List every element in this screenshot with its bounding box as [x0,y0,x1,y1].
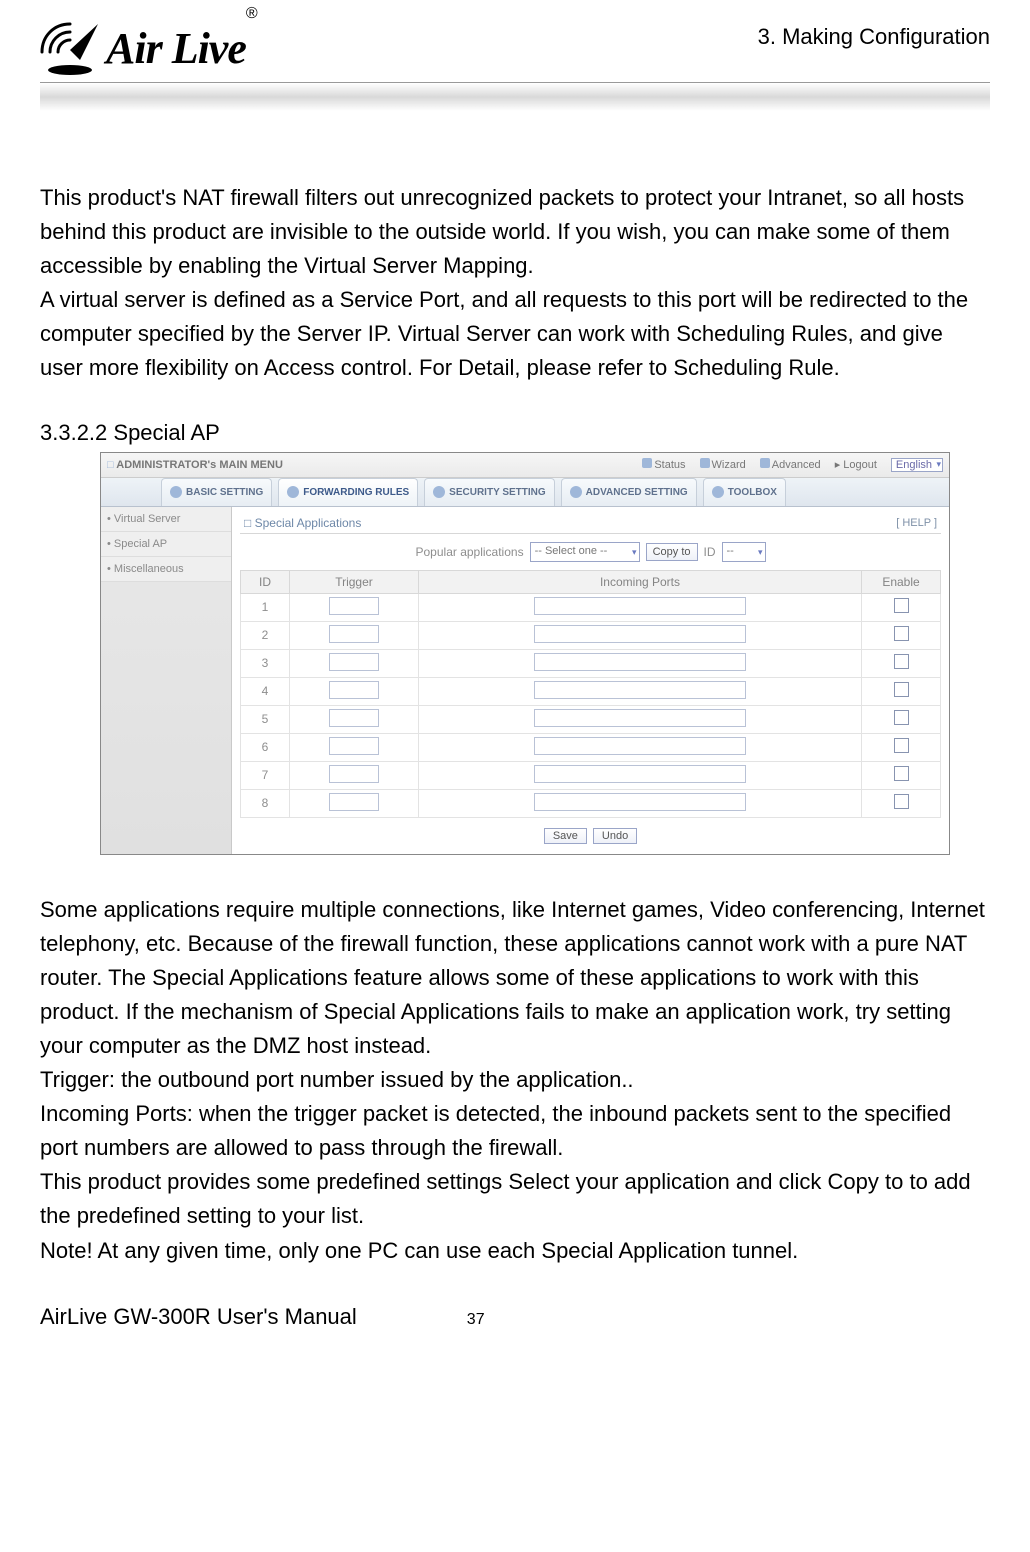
table-row: 1 [241,593,941,621]
table-row: 3 [241,649,941,677]
language-select[interactable]: English [891,458,943,472]
enable-checkbox[interactable] [894,738,909,753]
tab-icon [570,486,582,498]
copy-to-button[interactable]: Copy to [646,543,698,561]
after-paragraph-3: Incoming Ports: when the trigger packet … [40,1097,990,1165]
topbar-wizard[interactable]: Wizard [700,458,746,471]
trigger-input[interactable] [329,625,379,643]
paragraph-1: This product's NAT firewall filters out … [40,181,990,283]
panel-title: Special Applications [255,516,362,530]
footer-manual: AirLive GW-300R User's Manual [40,1304,357,1330]
main-panel: □ Special Applications [ HELP ] Popular … [232,507,949,854]
enable-checkbox[interactable] [894,766,909,781]
paragraph-2: A virtual server is defined as a Service… [40,283,990,385]
after-paragraph-1: Some applications require multiple conne… [40,893,990,1063]
trigger-input[interactable] [329,653,379,671]
trigger-input[interactable] [329,681,379,699]
enable-checkbox[interactable] [894,710,909,725]
incoming-input[interactable] [534,653,746,671]
tab-icon [170,486,182,498]
sidebar-item-special-ap[interactable]: • Special AP [101,532,231,557]
cell-id: 7 [241,761,290,789]
incoming-input[interactable] [534,709,746,727]
logo-icon [40,20,100,76]
table-row: 7 [241,761,941,789]
enable-checkbox[interactable] [894,682,909,697]
header-divider [40,82,990,111]
enable-checkbox[interactable] [894,598,909,613]
cell-id: 3 [241,649,290,677]
cell-id: 2 [241,621,290,649]
trigger-input[interactable] [329,737,379,755]
topbar-advanced[interactable]: Advanced [760,458,821,471]
wizard-icon [700,458,710,468]
topbar-logout[interactable]: ▸ Logout [835,458,877,471]
table-row: 4 [241,677,941,705]
cell-id: 5 [241,705,290,733]
col-incoming: Incoming Ports [419,570,862,593]
cell-id: 4 [241,677,290,705]
undo-button[interactable]: Undo [593,828,637,844]
enable-checkbox[interactable] [894,794,909,809]
help-link[interactable]: [ HELP ] [896,517,937,529]
save-button[interactable]: Save [544,828,587,844]
tab-icon [712,486,724,498]
sidebar-item-virtual-server[interactable]: • Virtual Server [101,507,231,532]
logo: Air Live® [40,20,258,76]
admin-title: ADMINISTRATOR's MAIN MENU [116,459,283,471]
status-icon [642,458,652,468]
id-label: ID [704,545,716,559]
tab-forwarding-rules[interactable]: FORWARDING RULES [278,478,418,506]
trigger-input[interactable] [329,597,379,615]
incoming-input[interactable] [534,681,746,699]
tab-icon [433,486,445,498]
trigger-input[interactable] [329,709,379,727]
screenshot-frame: □ ADMINISTRATOR's MAIN MENU Status Wizar… [100,452,950,855]
tab-basic-setting[interactable]: BASIC SETTING [161,478,272,506]
incoming-input[interactable] [534,597,746,615]
id-select[interactable]: -- [722,542,766,562]
incoming-input[interactable] [534,765,746,783]
sidebar-item-miscellaneous[interactable]: • Miscellaneous [101,557,231,582]
cell-id: 8 [241,789,290,817]
after-paragraph-4: This product provides some predefined se… [40,1165,990,1233]
table-row: 6 [241,733,941,761]
tab-advanced-setting[interactable]: ADVANCED SETTING [561,478,697,506]
table-row: 5 [241,705,941,733]
cell-id: 6 [241,733,290,761]
table-row: 8 [241,789,941,817]
advanced-icon [760,458,770,468]
topbar-status[interactable]: Status [642,458,685,471]
chapter-title: 3. Making Configuration [758,20,990,50]
after-paragraph-2: Trigger: the outbound port number issued… [40,1063,990,1097]
cell-id: 1 [241,593,290,621]
tab-toolbox[interactable]: TOOLBOX [703,478,786,506]
incoming-input[interactable] [534,793,746,811]
sidebar: • Virtual Server • Special AP • Miscella… [101,507,232,854]
logo-text: Air Live [106,24,246,73]
col-enable: Enable [862,570,941,593]
col-trigger: Trigger [290,570,419,593]
footer-page: 37 [467,1311,485,1329]
tab-security-setting[interactable]: SECURITY SETTING [424,478,555,506]
main-tabs: BASIC SETTING FORWARDING RULES SECURITY … [101,478,949,507]
admin-topbar: □ ADMINISTRATOR's MAIN MENU Status Wizar… [101,453,949,478]
popular-label: Popular applications [416,545,524,559]
trigger-input[interactable] [329,765,379,783]
tab-icon [287,486,299,498]
incoming-input[interactable] [534,625,746,643]
logo-reg: ® [246,5,258,22]
enable-checkbox[interactable] [894,626,909,641]
table-row: 2 [241,621,941,649]
after-paragraph-5: Note! At any given time, only one PC can… [40,1234,990,1268]
enable-checkbox[interactable] [894,654,909,669]
special-app-table: ID Trigger Incoming Ports Enable 1234567… [240,570,941,818]
popular-select[interactable]: -- Select one -- [530,542,640,562]
trigger-input[interactable] [329,793,379,811]
incoming-input[interactable] [534,737,746,755]
section-heading: 3.3.2.2 Special AP [40,420,990,446]
col-id: ID [241,570,290,593]
